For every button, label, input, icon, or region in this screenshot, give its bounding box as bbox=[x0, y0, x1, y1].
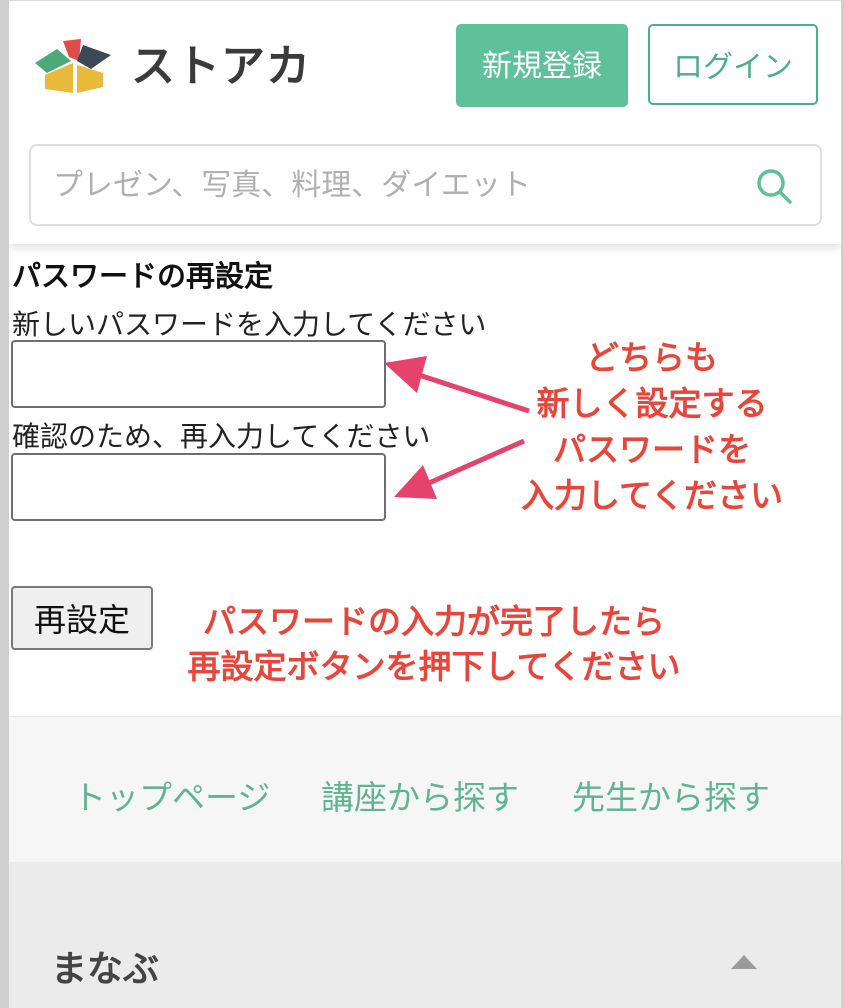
annotation-submit: パスワードの入力が完了したら 再設定ボタンを押下してください bbox=[149, 599, 719, 689]
new-password-field[interactable] bbox=[11, 340, 386, 408]
phone-screen: ストアカ 新規登録 ログイン パスワードの再設定 新しいパスワードを入力してくだ… bbox=[9, 0, 841, 1008]
site-header: ストアカ 新規登録 ログイン bbox=[9, 0, 841, 244]
logo[interactable]: ストアカ bbox=[27, 35, 310, 99]
reset-button[interactable]: 再設定 bbox=[11, 586, 153, 650]
annotation-line: パスワードを bbox=[553, 430, 751, 469]
search-box bbox=[29, 144, 822, 226]
search-input[interactable] bbox=[51, 164, 735, 206]
caret-up-icon[interactable] bbox=[729, 952, 759, 972]
signup-button[interactable]: 新規登録 bbox=[456, 24, 628, 107]
search-icon[interactable] bbox=[754, 166, 794, 206]
footer-link-top[interactable]: トップページ bbox=[73, 771, 270, 819]
new-password-label: 新しいパスワードを入力してください bbox=[12, 308, 487, 341]
footer-link-teachers[interactable]: 先生から探す bbox=[572, 771, 770, 819]
footer-section-manabu[interactable]: まなぶ bbox=[9, 862, 841, 1008]
annotation-line: どちらも bbox=[586, 338, 718, 377]
logo-icon bbox=[35, 39, 111, 93]
page-title: パスワードの再設定 bbox=[12, 259, 274, 293]
annotation-line: 新しく設定する bbox=[536, 384, 768, 423]
logo-text: ストアカ bbox=[131, 41, 311, 92]
annotation-line: パスワードの入力が完了したら bbox=[203, 602, 665, 641]
login-button[interactable]: ログイン bbox=[648, 24, 818, 105]
section-title: まなぶ bbox=[51, 949, 160, 990]
confirm-password-label: 確認のため、再入力してください bbox=[12, 420, 431, 453]
footer-link-courses[interactable]: 講座から探す bbox=[321, 771, 519, 819]
confirm-password-field[interactable] bbox=[11, 453, 386, 521]
footer-nav: トップページ 講座から探す 先生から探す bbox=[9, 716, 841, 863]
annotation-line: 再設定ボタンを押下してください bbox=[187, 647, 681, 686]
annotation-line: 入力してください bbox=[520, 476, 784, 515]
annotation-both-fields: どちらも 新しく設定する パスワードを 入力してください bbox=[487, 335, 817, 519]
